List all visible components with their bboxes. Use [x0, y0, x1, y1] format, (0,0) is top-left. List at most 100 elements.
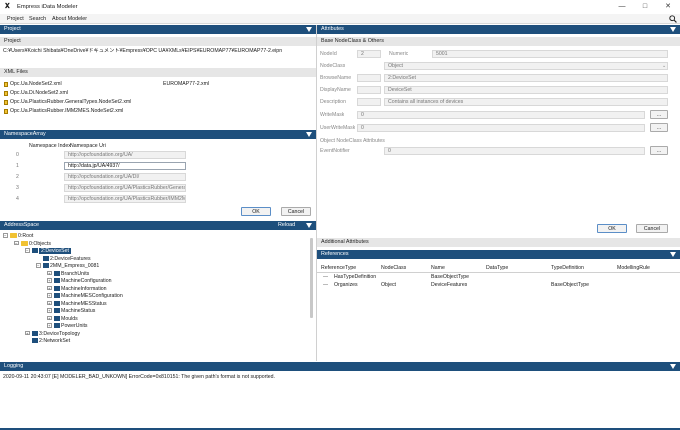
tree-node[interactable]: + BranchUnits	[3, 271, 308, 279]
tree-node[interactable]: + Moulds	[3, 316, 308, 324]
minimize-button[interactable]: —	[611, 2, 633, 12]
ns-uri-field[interactable]: http://opcfoundation.org/UA/	[64, 151, 186, 159]
collapse-icon[interactable]	[670, 27, 676, 32]
tree-node[interactable]: 2:NetworkSet	[3, 338, 308, 346]
tree-node[interactable]: + MachineInformation	[3, 286, 308, 294]
attributes-cancel-button[interactable]: Cancel	[636, 224, 668, 233]
tree-node[interactable]: 2:DeviceFeatures	[3, 256, 308, 264]
menu-project[interactable]: Project	[7, 16, 24, 22]
eventnotifier-edit-button[interactable]: ...	[650, 146, 668, 155]
expand-icon[interactable]: +	[47, 278, 52, 283]
namespace-cancel-button[interactable]: Cancel	[281, 207, 311, 216]
collapse-icon[interactable]: −	[25, 248, 30, 253]
log-line[interactable]: 2020-09-11 20:43:07 [E] MODELER_BAD_UNKO…	[3, 373, 675, 381]
collapse-icon[interactable]	[306, 27, 312, 32]
object-icon	[53, 308, 60, 314]
expand-icon[interactable]: +	[25, 330, 30, 336]
xml-file-extra[interactable]: EUROMAP77-2.xml	[163, 80, 209, 88]
tree-node[interactable]: − 2:DeviceSet	[3, 248, 308, 256]
nodeid-namespace-field[interactable]: 2	[357, 50, 381, 58]
displayname-label: DisplayName	[320, 87, 351, 93]
object-icon	[31, 338, 38, 344]
ref-row-name[interactable]: DeviceFeatures	[431, 281, 467, 289]
tree-node-label: MachineInformation	[61, 285, 107, 292]
search-icon[interactable]	[669, 15, 677, 23]
col-modelling-rule[interactable]: ModellingRule	[617, 264, 650, 272]
address-space-tree[interactable]: −0:Root −0:Objects −2:DeviceSet 2:DeviceFea…	[3, 233, 308, 361]
tree-node[interactable]: + PowerUnits	[3, 323, 308, 331]
maximize-button[interactable]: □	[634, 2, 656, 12]
attributes-ok-button[interactable]: OK	[597, 224, 627, 233]
eventnotifier-field[interactable]: 0	[384, 147, 645, 155]
collapse-icon[interactable]	[306, 132, 312, 137]
tree-node[interactable]: + MachineStatus	[3, 308, 308, 316]
nodeid-field[interactable]: 5001	[432, 50, 668, 58]
browsename-ns-field[interactable]	[357, 74, 381, 82]
menu-about[interactable]: About Modeler	[52, 16, 87, 22]
expand-icon[interactable]: +	[47, 300, 52, 306]
col-reference-type[interactable]: ReferenceType	[321, 264, 356, 272]
userwritemask-field[interactable]: 0	[357, 124, 645, 132]
xml-files-header: XML Files	[0, 68, 316, 77]
tree-scrollbar[interactable]	[310, 238, 313, 318]
ns-uri-field[interactable]: http://opcfoundation.org/UA/PlasticsRubb…	[64, 195, 186, 203]
expand-icon[interactable]: +	[47, 285, 52, 291]
attributes-subheader: Base NodeClass & Others	[317, 37, 680, 46]
object-icon	[53, 300, 60, 306]
splitter[interactable]	[316, 25, 317, 361]
col-name[interactable]: Name	[431, 264, 445, 272]
collapse-icon[interactable]	[670, 252, 676, 257]
description-field[interactable]: Contains all instances of devices	[384, 98, 668, 106]
userwritemask-edit-button[interactable]: ...	[650, 123, 668, 132]
writemask-field[interactable]: 0	[357, 111, 645, 119]
collapse-icon[interactable]: −	[14, 240, 19, 246]
tree-node[interactable]: +3:DeviceTopology	[3, 331, 308, 339]
collapse-icon[interactable]	[306, 223, 312, 228]
writemask-edit-button[interactable]: ...	[650, 110, 668, 119]
expand-icon[interactable]: +	[47, 293, 52, 298]
addressspace-header-label: AddressSpace	[4, 222, 40, 228]
menu-search[interactable]: Search	[29, 16, 46, 22]
title-bar	[0, 0, 680, 14]
collapse-icon[interactable]	[670, 364, 676, 369]
tree-node[interactable]: − 0:Objects	[3, 241, 308, 249]
expand-icon[interactable]: +	[47, 315, 52, 321]
ref-row-name[interactable]: BaseObjectType	[431, 273, 469, 281]
ref-row-reftype[interactable]: Organizes	[334, 281, 358, 289]
reload-button[interactable]: Reload	[278, 222, 295, 228]
xml-file-item[interactable]: Opc.Ua.PlasticsRubber.GeneralTypes.NodeS…	[10, 98, 131, 106]
description-locale-field[interactable]	[357, 98, 381, 106]
close-button[interactable]: ✕	[657, 2, 679, 12]
col-type-definition[interactable]: TypeDefinition	[551, 264, 584, 272]
tree-connector	[323, 284, 328, 285]
col-data-type[interactable]: DataType	[486, 264, 508, 272]
tree-node[interactable]: + MachineMESConfiguration	[3, 293, 308, 301]
tree-node-label: MachineMESConfiguration	[61, 293, 123, 299]
ns-uri-field[interactable]: http://opcfoundation.org/UA/DI/	[64, 173, 186, 181]
tree-node[interactable]: − 0:Root	[3, 233, 308, 241]
ref-row-reftype[interactable]: HasTypeDefinition	[334, 273, 376, 281]
tree-node[interactable]: + MachineMESStatus	[3, 301, 308, 309]
xml-file-item[interactable]: Opc.Ua.NodeSet2.xml	[10, 80, 62, 88]
namespace-ok-button[interactable]: OK	[241, 207, 271, 216]
ref-row-nodeclass[interactable]: Object	[381, 281, 396, 289]
collapse-icon[interactable]: −	[3, 233, 8, 238]
ns-uri-field[interactable]: http://opcfoundation.org/UA/PlasticsRubb…	[64, 184, 186, 192]
ref-row-typedef[interactable]: BaseObjectType	[551, 281, 589, 289]
expand-icon[interactable]: +	[47, 270, 52, 276]
project-path[interactable]: C:¥Users¥Koichi Shibata¥OneDrive¥ドキュメント¥…	[3, 47, 315, 55]
browsename-field[interactable]: 2:DeviceSet	[384, 74, 668, 82]
expand-icon[interactable]: +	[47, 323, 52, 328]
expand-icon[interactable]: +	[47, 308, 52, 313]
ns-uri-field[interactable]: http://data.jp/UA/4937/	[64, 162, 186, 170]
file-icon	[4, 91, 8, 96]
collapse-icon[interactable]: −	[36, 263, 41, 268]
tree-node[interactable]: + MachineConfiguration	[3, 278, 308, 286]
displayname-field[interactable]: DeviceSet	[384, 86, 668, 94]
xml-file-item[interactable]: Opc.Ua.PlasticsRubber.IMM2MES.NodeSet2.x…	[10, 107, 123, 115]
xml-file-item[interactable]: Opc.Ua.Di.NodeSet2.xml	[10, 89, 68, 97]
tree-node[interactable]: − 2MM_Empress_0081	[3, 263, 308, 271]
nodeclass-select[interactable]: Object	[384, 62, 668, 70]
displayname-locale-field[interactable]	[357, 86, 381, 94]
col-node-class[interactable]: NodeClass	[381, 264, 406, 272]
